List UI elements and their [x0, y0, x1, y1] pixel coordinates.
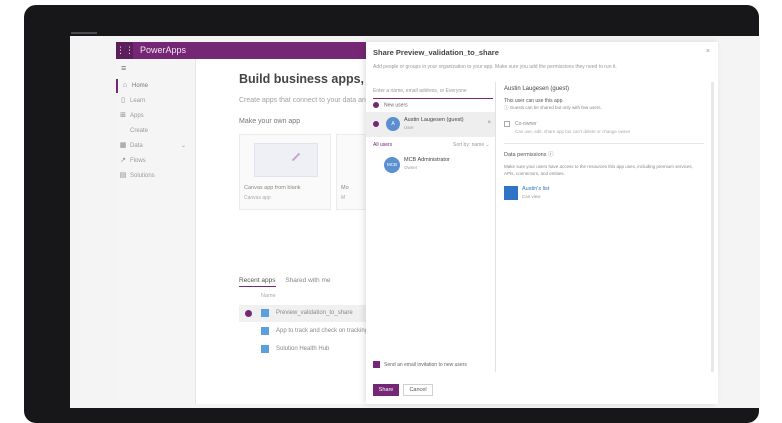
checkbox[interactable] — [504, 121, 510, 127]
tile-sublabel: M — [341, 195, 346, 201]
detail-guest-note: ⓘ Guests can be shared but only with few… — [504, 105, 602, 110]
selected-check-icon — [373, 121, 379, 127]
scrollbar[interactable] — [711, 82, 714, 372]
solutions-icon: ▤ — [119, 172, 127, 179]
apps-icon: ⊞ — [120, 112, 126, 119]
new-users-header: New users — [373, 102, 408, 108]
section-heading: Make your own app — [239, 118, 301, 125]
selected-check-icon — [245, 310, 252, 317]
checkbox-checked-icon[interactable] — [373, 361, 380, 368]
co-owner-label: Co-owner — [515, 121, 537, 127]
detail-user-name: Austin Laugesen (guest) — [504, 86, 570, 92]
avatar: A — [386, 117, 400, 131]
app-name: PowerApps — [140, 45, 187, 55]
share-description: Add people or groups in your organizatio… — [373, 64, 617, 70]
hamburger-icon[interactable]: ≡ — [121, 63, 126, 73]
data-permission-item[interactable]: Austin's list Can view — [504, 185, 704, 203]
nav-item-solutions[interactable]: ▤ Solutions — [116, 169, 196, 183]
user-role: User — [404, 125, 414, 130]
send-email-checkbox[interactable]: Send an email invitation to new users — [373, 361, 467, 368]
data-source-name[interactable]: Austin's list — [522, 186, 549, 192]
cancel-button[interactable]: Cancel — [403, 384, 433, 396]
monitor-bezel: ⋮⋮ PowerApps ≡ ⌂ Home ▯ Learn ⊞ Apps Create — [24, 5, 760, 423]
app-icon — [261, 327, 269, 335]
app-name-cell: Solution Health Hub — [276, 346, 330, 352]
tile-sublabel: Canvas app — [244, 195, 271, 201]
divider — [504, 143, 704, 144]
sort-dropdown[interactable]: Sort by: name ⌄ — [453, 142, 490, 148]
left-nav: ≡ ⌂Home ▯Learn ⊞Apps Create ▦Data ⌄ — [116, 59, 196, 404]
screen: ⋮⋮ PowerApps ≡ ⌂ Home ▯ Learn ⊞ Apps Create — [70, 36, 760, 408]
user-detail-pane: Austin Laugesen (guest) This user can us… — [504, 86, 704, 203]
all-users-header: All users — [373, 142, 393, 148]
share-panel-title: Share Preview_validation_to_share — [373, 48, 499, 57]
user-name[interactable]: MCB Administrator — [404, 157, 450, 163]
app-name-cell: Preview_validation_to_share — [276, 310, 353, 316]
tab-recent-apps[interactable]: Recent apps — [239, 277, 276, 287]
pane-divider — [495, 82, 496, 372]
column-header-name[interactable]: Name — [261, 293, 276, 299]
app-icon — [261, 345, 269, 353]
remove-user-icon[interactable]: × — [487, 120, 491, 126]
nav-item-apps[interactable]: ⊞ Apps — [116, 109, 196, 123]
tile-label: Canvas app from blank — [244, 185, 301, 191]
tile-illustration — [254, 143, 318, 177]
canvas-blank-tile[interactable]: Canvas app from blank Canvas app — [239, 134, 331, 210]
chevron-down-icon: ⌄ — [180, 143, 186, 149]
co-owner-checkbox[interactable]: Co-owner Can use, edit, share app but ca… — [504, 121, 704, 139]
learn-icon: ▯ — [121, 97, 125, 104]
sharepoint-list-icon — [504, 186, 518, 200]
tile-label: Mo — [341, 185, 349, 191]
page-subtitle: Create apps that connect to your data an… — [239, 97, 370, 104]
app-tabs: Recent apps Shared with me — [239, 277, 338, 287]
user-role: Owner — [404, 165, 418, 170]
bezel-highlight — [71, 32, 97, 34]
co-owner-sublabel: Can use, edit, share app but can't delet… — [515, 129, 631, 134]
nav-item-learn[interactable]: ▯ Learn — [116, 94, 196, 108]
home-icon: ⌂ — [122, 82, 128, 89]
selected-user-row[interactable]: A Austin Laugesen (guest) User × — [366, 112, 496, 137]
user-name: Austin Laugesen (guest) — [404, 117, 464, 123]
new-users-icon — [373, 102, 379, 108]
data-source-permission[interactable]: Can view — [522, 194, 541, 199]
flows-icon: ↗ — [120, 157, 126, 164]
data-icon: ▦ — [119, 142, 127, 149]
waffle-icon[interactable]: ⋮⋮ — [116, 42, 134, 59]
app-icon — [261, 309, 269, 317]
close-icon[interactable]: × — [706, 48, 710, 55]
people-picker-input[interactable]: Enter a name, email address, or Everyone — [373, 88, 493, 99]
data-permissions-title: Data permissions ⓘ — [504, 152, 554, 158]
tab-shared-with-me[interactable]: Shared with me — [285, 277, 330, 286]
nav-item-create[interactable]: Create — [116, 124, 196, 138]
nav-item-data[interactable]: ▦ Data ⌄ — [116, 139, 196, 153]
detail-can-use: This user can use this app. — [504, 98, 564, 104]
share-panel: Share Preview_validation_to_share × Add … — [366, 42, 718, 404]
data-permissions-description: Make sure your users have access to the … — [504, 164, 693, 176]
avatar: MCB — [384, 157, 400, 173]
share-button[interactable]: Share — [373, 384, 399, 396]
nav-item-home[interactable]: ⌂ Home — [116, 79, 196, 93]
nav-item-flows[interactable]: ↗ Flows — [116, 154, 196, 168]
app-name-cell: App to track and check on tracking — [276, 328, 369, 334]
